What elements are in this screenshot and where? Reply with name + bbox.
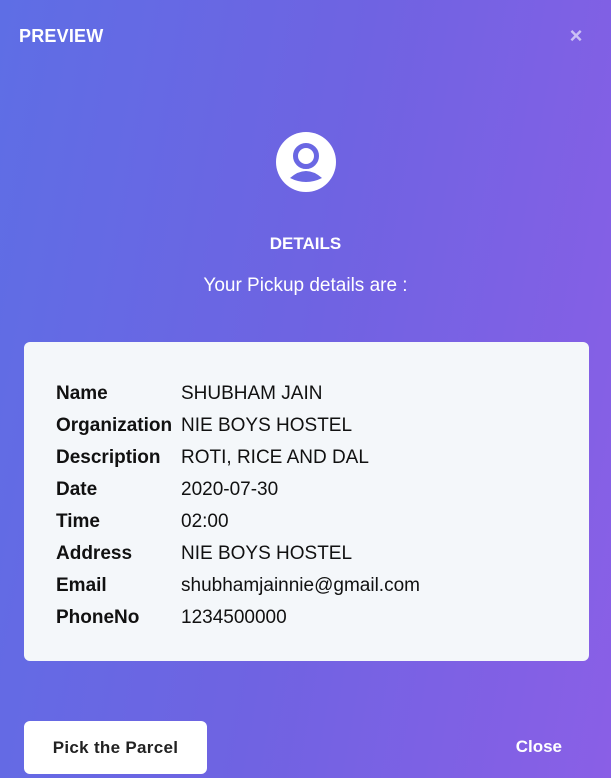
detail-label: Description [56,447,161,468]
detail-value: 2020-07-30 [181,479,279,500]
close-button[interactable]: Close [516,737,562,757]
detail-row-email: Email shubhamjainnie@gmail.com [56,570,589,602]
detail-row-date: Date 2020-07-30 [56,474,589,506]
detail-value: ROTI, RICE AND DAL [181,447,369,468]
close-icon[interactable]: × [567,25,585,47]
detail-value: 1234500000 [181,607,287,628]
detail-label: Date [56,479,98,500]
pick-parcel-button[interactable]: Pick the Parcel [24,721,207,774]
detail-row-time: Time 02:00 [56,506,589,538]
pickup-subtitle: Your Pickup details are : [203,275,408,296]
detail-label: PhoneNo [56,607,140,628]
details-heading: DETAILS [269,234,342,253]
detail-label: Organization [56,415,173,436]
detail-row-phone: PhoneNo 1234500000 [56,602,589,634]
detail-value: 02:00 [181,511,229,532]
detail-label: Address [56,543,133,564]
detail-row-name: Name SHUBHAM JAIN [56,378,589,410]
details-card: Name SHUBHAM JAIN Organization NIE BOYS … [24,342,589,661]
detail-row-description: Description ROTI, RICE AND DAL [56,442,589,474]
detail-label: Time [56,511,101,532]
detail-row-address: Address NIE BOYS HOSTEL [56,538,589,570]
detail-value: SHUBHAM JAIN [181,383,323,404]
detail-value: NIE BOYS HOSTEL [181,543,353,564]
modal-title: PREVIEW [19,26,104,46]
detail-value: shubhamjainnie@gmail.com [181,575,420,596]
detail-label: Name [56,383,108,404]
preview-modal: PREVIEW × DETAILS Your Pickup details ar… [0,0,611,778]
detail-row-organization: Organization NIE BOYS HOSTEL [56,410,589,442]
detail-value: NIE BOYS HOSTEL [181,415,353,436]
detail-label: Email [56,575,107,596]
user-avatar-icon [275,131,337,193]
